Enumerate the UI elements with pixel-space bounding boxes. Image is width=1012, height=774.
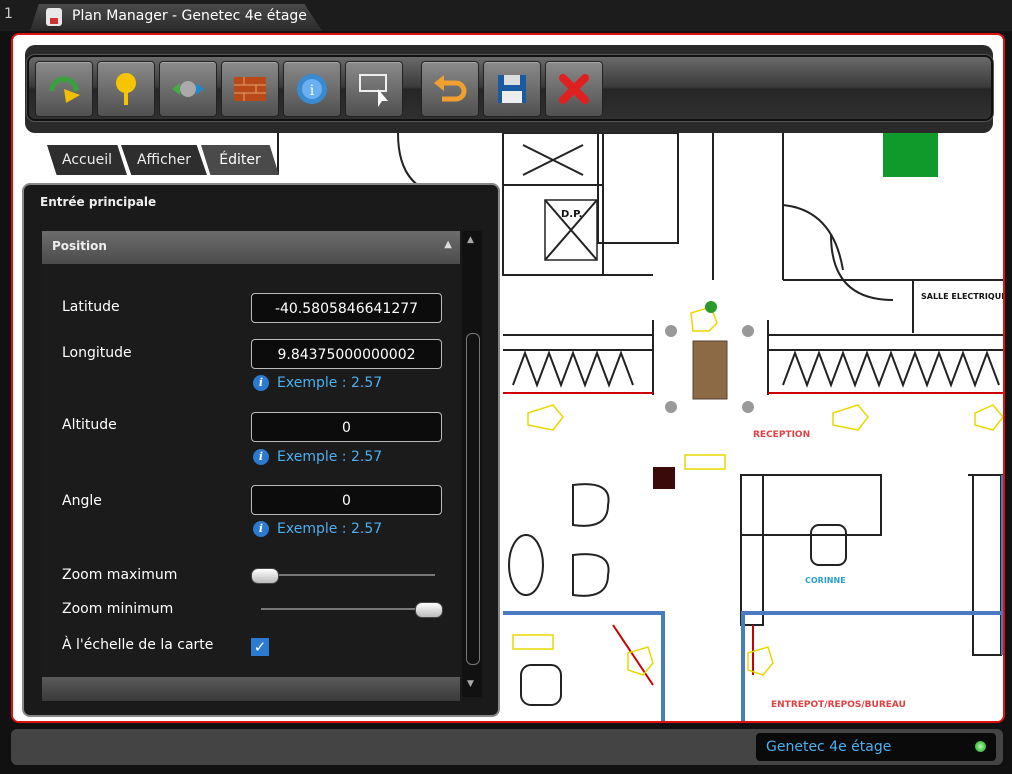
scrollbar-thumb[interactable] — [466, 333, 480, 665]
camera-button[interactable] — [159, 61, 217, 117]
document-tab-title: Plan Manager - Genetec 4e étage — [72, 8, 307, 24]
select-region-icon — [359, 74, 388, 107]
dp-label: D.P. — [561, 209, 582, 220]
slider-thumb[interactable] — [251, 568, 279, 584]
longitude-label: Longitude — [62, 345, 132, 361]
properties-panel: Entrée principale Position ▲ Latitude -4… — [22, 183, 500, 717]
status-label[interactable]: Genetec 4e étage — [756, 733, 996, 761]
tab-afficher[interactable]: Afficher — [121, 145, 207, 175]
document-tab-strip: 1 Plan Manager - Genetec 4e étage — [0, 0, 1012, 31]
collapse-icon[interactable]: ▲ — [444, 239, 452, 250]
save-icon — [498, 75, 526, 103]
position-section-header[interactable]: Position ▲ — [42, 231, 460, 264]
select-region-button[interactable] — [345, 61, 403, 117]
salle-electrique-label: SALLE ELECTRIQUE — [921, 292, 1003, 301]
status-bar: Genetec 4e étage — [11, 729, 1003, 765]
altitude-label: Altitude — [62, 417, 117, 433]
status-led-icon — [975, 741, 986, 752]
info-icon: i — [253, 375, 269, 391]
scale-label: À l'échelle de la carte — [62, 637, 214, 653]
refresh-icon — [49, 76, 80, 103]
scroll-up-icon[interactable]: ▲ — [467, 235, 477, 245]
next-section-header[interactable] — [42, 677, 460, 701]
info-signal-button[interactable]: i — [283, 61, 341, 117]
panel-scrollbar[interactable]: ▲ ▼ — [462, 231, 482, 697]
info-icon: i — [253, 521, 269, 537]
entrepot-label: ENTREPOT/REPOS/BUREAU — [771, 700, 906, 710]
svg-text:i: i — [310, 83, 315, 99]
zoom-max-label: Zoom maximum — [62, 567, 178, 583]
angle-field[interactable]: 0 — [251, 485, 442, 515]
section-title: Position — [52, 239, 107, 253]
pin-icon — [116, 73, 136, 105]
scroll-down-icon[interactable]: ▼ — [467, 679, 477, 689]
scale-checkbox[interactable]: ✓ — [251, 638, 269, 656]
slider-thumb[interactable] — [415, 602, 443, 618]
zoom-max-slider[interactable] — [251, 568, 441, 584]
latitude-label: Latitude — [62, 299, 120, 315]
toolbar: i — [27, 55, 993, 121]
tab-accueil[interactable]: Accueil — [47, 145, 127, 175]
camera-icon — [172, 81, 204, 97]
wall-icon — [234, 77, 266, 101]
position-section-body — [42, 264, 460, 684]
close-button[interactable] — [545, 61, 603, 117]
save-button[interactable] — [483, 61, 541, 117]
info-icon: i — [253, 449, 269, 465]
zoom-min-label: Zoom minimum — [62, 601, 174, 617]
document-tab[interactable]: Plan Manager - Genetec 4e étage — [30, 4, 322, 31]
longitude-hint: i Exemple : 2.57 — [253, 375, 382, 391]
plan-manager-icon — [46, 8, 62, 26]
undo-button[interactable] — [421, 61, 479, 117]
tab-index: 1 — [4, 6, 13, 22]
panel-title: Entrée principale — [40, 195, 157, 209]
latitude-field[interactable]: -40.5805846641277 — [251, 293, 442, 323]
reception-label: RECEPTION — [753, 430, 810, 440]
angle-hint: i Exemple : 2.57 — [253, 521, 382, 537]
longitude-field[interactable]: 9.84375000000002 — [251, 339, 442, 369]
altitude-hint: i Exemple : 2.57 — [253, 449, 382, 465]
undo-icon — [434, 75, 467, 102]
info-signal-icon: i — [297, 74, 327, 104]
close-icon — [559, 74, 589, 104]
corinne-label: CORINNE — [805, 576, 846, 585]
refresh-button[interactable] — [35, 61, 93, 117]
zoom-min-slider[interactable] — [251, 602, 443, 618]
wall-button[interactable] — [221, 61, 279, 117]
angle-label: Angle — [62, 493, 102, 509]
tab-editer[interactable]: Éditer — [201, 145, 279, 175]
altitude-field[interactable]: 0 — [251, 412, 442, 442]
pin-button[interactable] — [97, 61, 155, 117]
